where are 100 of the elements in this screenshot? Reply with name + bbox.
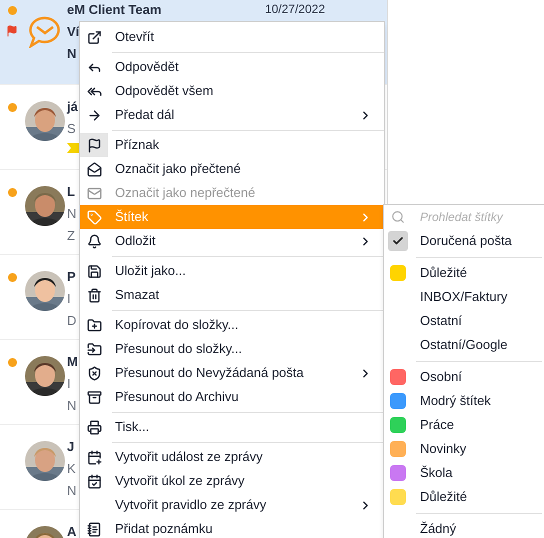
- tag-menu-item[interactable]: INBOX/Faktury: [384, 285, 544, 309]
- check-icon: [392, 235, 404, 247]
- tag-label: Ostatní/Google: [420, 336, 508, 354]
- tag-label: Doručená pošta: [420, 232, 512, 250]
- subject-text: I: [67, 291, 71, 306]
- menu-item-label: Odpovědět: [115, 58, 180, 76]
- menu-item-label: Štítek: [115, 208, 150, 226]
- tag-menu-item[interactable]: Modrý štítek: [384, 389, 544, 413]
- menu-item[interactable]: Otevřít: [80, 25, 384, 49]
- flag-icon: [86, 138, 102, 152]
- external-link-icon: [86, 30, 102, 44]
- shield-icon: [86, 366, 102, 380]
- sender-name: A: [67, 524, 76, 538]
- search-icon: [391, 210, 405, 224]
- menu-item-label: Vytvořit událost ze zprávy: [115, 448, 264, 466]
- sender-name: J: [67, 439, 74, 454]
- menu-item-label: Přidat poznámku: [115, 520, 214, 538]
- sender-name: L: [67, 184, 75, 199]
- menu-item-label: Označit jako nepřečtené: [115, 184, 256, 202]
- menu-item[interactable]: Uložit jako...: [80, 259, 384, 283]
- menu-item[interactable]: Smazat: [80, 283, 384, 307]
- tag-menu-item[interactable]: Ostatní: [384, 309, 544, 333]
- message-date: 10/27/2022: [264, 2, 326, 17]
- menu-item-label: Vytvořit úkol ze zprávy: [115, 472, 246, 490]
- menu-item-label: Smazat: [115, 286, 160, 304]
- menu-item[interactable]: Přidat poznámku: [80, 517, 384, 538]
- tag-search-field[interactable]: Prohledat štítky: [384, 205, 544, 229]
- preview-text: N: [67, 483, 76, 498]
- archive-box-icon: [86, 390, 102, 404]
- tag-label: Osobní: [420, 368, 462, 386]
- tag-menu-item[interactable]: Osobní: [384, 365, 544, 389]
- tag-menu-item[interactable]: Důležité: [384, 261, 544, 285]
- tag-icon: [86, 210, 102, 224]
- folder-plus-icon: [86, 318, 102, 332]
- menu-item[interactable]: Předat dál: [80, 103, 384, 127]
- folder-arrow-icon: [86, 342, 102, 356]
- tag-menu-item[interactable]: Žádný: [384, 517, 544, 538]
- tag-menu-item[interactable]: Novinky: [384, 437, 544, 461]
- menu-item[interactable]: Označit jako přečtené: [80, 157, 384, 181]
- menu-item[interactable]: Kopírovat do složky...: [80, 313, 384, 337]
- menu-item-label: Předat dál: [115, 106, 176, 124]
- menu-item-label: Vytvořit pravidlo ze zprávy: [115, 496, 268, 514]
- notepad-icon: [86, 522, 102, 536]
- tag-label: Modrý štítek: [420, 392, 491, 410]
- menu-item[interactable]: Odpovědět: [80, 55, 384, 79]
- tag-search-input[interactable]: Prohledat štítky: [420, 208, 535, 226]
- envelope-logo-icon: [28, 16, 62, 48]
- menu-item-label: Odpovědět všem: [115, 82, 214, 100]
- preview-text: N: [67, 46, 76, 61]
- preview-text: Z: [67, 228, 75, 243]
- arrow-right-icon: [86, 108, 102, 122]
- menu-item-label: Označit jako přečtené: [115, 160, 242, 178]
- subject-text: K: [67, 461, 76, 476]
- preview-text: N: [67, 398, 76, 413]
- menu-item[interactable]: Vytvořit pravidlo ze zprávy: [80, 493, 384, 517]
- menu-item-label: Přesunout do Archivu: [115, 388, 240, 406]
- sender-name: M: [67, 354, 78, 369]
- menu-item[interactable]: Tisk...: [80, 415, 384, 439]
- tag-label: Škola: [420, 464, 453, 482]
- menu-item[interactable]: Přesunout do Nevyžádaná pošta: [80, 361, 384, 385]
- printer-icon: [86, 420, 102, 434]
- tag-menu-item[interactable]: Práce: [384, 413, 544, 437]
- menu-item-label: Tisk...: [115, 418, 150, 436]
- menu-item[interactable]: Příznak: [80, 133, 384, 157]
- sender-name: P: [67, 269, 76, 284]
- tag-label: INBOX/Faktury: [420, 288, 508, 306]
- subject-text: S: [67, 121, 76, 136]
- tag-menu-item[interactable]: Doručená pošta: [384, 229, 544, 253]
- menu-item-label: Kopírovat do složky...: [115, 316, 240, 334]
- menu-item[interactable]: Přesunout do Archivu: [80, 385, 384, 409]
- menu-item-label: Příznak: [115, 136, 160, 154]
- calendar-check-icon: [86, 474, 102, 488]
- preview-text: D: [67, 313, 76, 328]
- subject-text: I: [67, 376, 71, 391]
- tag-menu-item[interactable]: Důležité: [384, 485, 544, 509]
- tag-label: Ostatní: [420, 312, 462, 330]
- sender-name: eM Client Team: [67, 2, 162, 17]
- tag-label: Žádný: [420, 520, 456, 538]
- envelope-icon: [86, 186, 102, 200]
- tag-menu-item[interactable]: Ostatní/Google: [384, 333, 544, 357]
- menu-item[interactable]: Přesunout do složky...: [80, 337, 384, 361]
- menu-item-label: Otevřít: [115, 28, 156, 46]
- menu-item[interactable]: Vytvořit událost ze zprávy: [80, 445, 384, 469]
- tag-label: Práce: [420, 416, 454, 434]
- sender-name: já: [67, 99, 78, 114]
- bell-icon: [86, 234, 102, 248]
- tag-label: Důležité: [420, 264, 467, 282]
- checkbox[interactable]: [388, 231, 408, 251]
- menu-item-label: Přesunout do složky...: [115, 340, 243, 358]
- menu-item[interactable]: Odložit: [80, 229, 384, 253]
- trash-icon: [86, 288, 102, 302]
- menu-item-label: Přesunout do Nevyžádaná pošta: [115, 364, 305, 382]
- menu-item[interactable]: Vytvořit úkol ze zprávy: [80, 469, 384, 493]
- tag-label: Důležité: [420, 488, 467, 506]
- menu-item-label: Uložit jako...: [115, 262, 187, 280]
- tag-menu-item[interactable]: Škola: [384, 461, 544, 485]
- tag-label: Novinky: [420, 440, 466, 458]
- calendar-plus-icon: [86, 450, 102, 464]
- menu-item[interactable]: Odpovědět všem: [80, 79, 384, 103]
- open-envelope-icon: [86, 162, 102, 176]
